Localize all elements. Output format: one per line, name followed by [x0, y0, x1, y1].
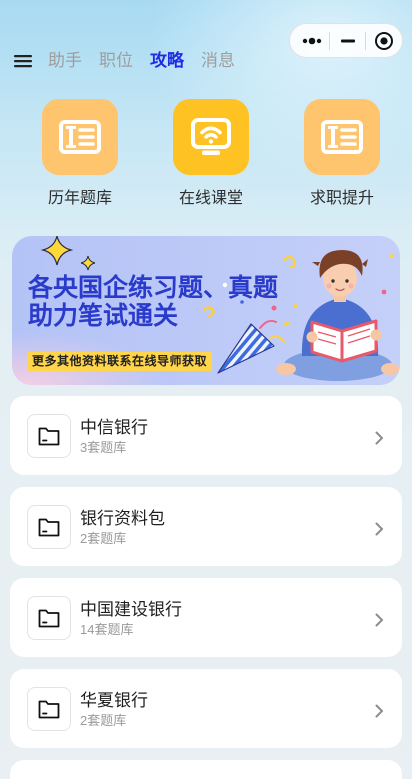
more-button[interactable] [294, 24, 330, 57]
banner-note: 更多其他资料联系在线导师获取 [27, 352, 213, 371]
item-title: 中国建设银行 [80, 600, 182, 619]
list-item-partial[interactable] [10, 760, 402, 779]
tab-messages[interactable]: 消息 [201, 51, 235, 71]
item-subtitle: 14套题库 [80, 622, 134, 637]
minimize-button[interactable] [330, 24, 366, 57]
shortcut-label: 在线课堂 [178, 190, 243, 207]
close-button[interactable] [366, 24, 402, 57]
mini-program-capsule [289, 23, 403, 58]
shortcut-label: 历年题库 [47, 190, 112, 207]
more-dots-icon [302, 37, 322, 44]
minimize-icon [341, 39, 355, 42]
online-class-icon [191, 118, 231, 155]
chevron-right-icon [375, 704, 383, 718]
promo-banner[interactable]: 各央国企练习题、真题 助力笔试通关 更多其他资料联系在线导师获取 [12, 236, 400, 385]
banner-headline-line1: 各央国企练习题、真题 [28, 274, 279, 302]
ticket-icon [321, 120, 363, 154]
item-subtitle: 2套题库 [80, 713, 127, 728]
chevron-right-icon [375, 522, 383, 536]
banner-headline-line2: 助力笔试通关 [28, 302, 179, 330]
menu-icon [14, 55, 32, 68]
item-title: 华夏银行 [80, 691, 148, 710]
list-item[interactable]: 银行资料包 2套题库 [10, 487, 402, 566]
item-title: 中信银行 [80, 418, 148, 437]
folder-icon-box [27, 687, 71, 731]
list-item[interactable]: 中国建设银行 14套题库 [10, 578, 402, 657]
list-item[interactable]: 中信银行 3套题库 [10, 396, 402, 475]
shortcut-tile [173, 99, 249, 175]
tab-assistant[interactable]: 助手 [48, 51, 82, 71]
shortcut-label: 求职提升 [309, 190, 374, 207]
chevron-right-icon [375, 613, 383, 627]
folder-icon [38, 700, 60, 719]
folder-icon-box [27, 596, 71, 640]
tab-guides[interactable]: 攻略 [150, 51, 184, 71]
ticket-icon [59, 120, 101, 154]
chevron-right-icon [375, 431, 383, 445]
menu-button[interactable] [13, 53, 33, 69]
folder-icon-box [27, 505, 71, 549]
item-subtitle: 2套题库 [80, 531, 127, 546]
tab-jobs[interactable]: 职位 [99, 51, 133, 71]
folder-icon [38, 518, 60, 537]
item-title: 银行资料包 [80, 509, 165, 528]
folder-icon [38, 609, 60, 628]
folder-icon [38, 427, 60, 446]
folder-icon-box [27, 414, 71, 458]
app-screen: 助手 职位 攻略 消息 历年题库 在线课堂 求职提升 各央国企练习题、真题 助力… [0, 0, 412, 779]
shortcut-online-class[interactable]: 在线课堂 [156, 99, 266, 211]
shortcut-past-exams[interactable]: 历年题库 [25, 99, 135, 211]
shortcut-career-boost[interactable]: 求职提升 [287, 99, 397, 211]
target-icon [375, 31, 393, 50]
shortcut-tile [304, 99, 380, 175]
item-subtitle: 3套题库 [80, 440, 127, 455]
list-item[interactable]: 华夏银行 2套题库 [10, 669, 402, 748]
shortcut-tile [42, 99, 118, 175]
